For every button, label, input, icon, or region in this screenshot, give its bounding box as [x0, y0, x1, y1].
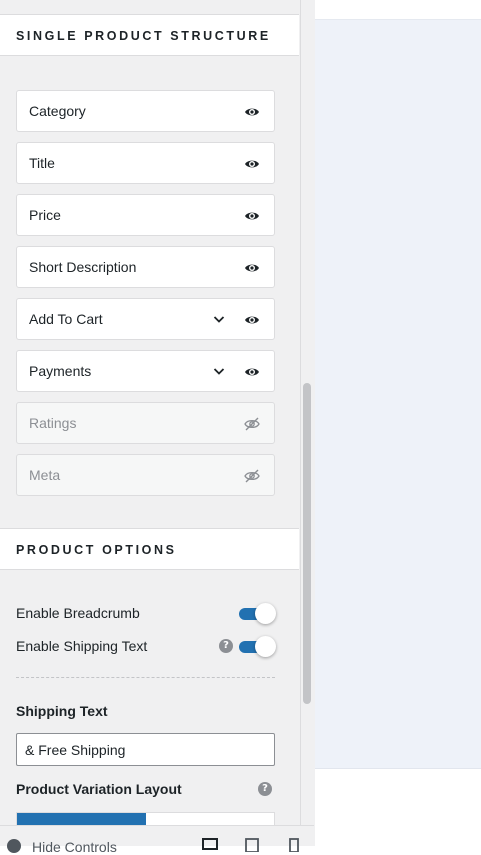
eye-icon[interactable] — [244, 260, 260, 276]
eye-icon[interactable] — [244, 104, 260, 120]
scrollbar-thumb[interactable] — [303, 383, 311, 704]
structure-item-label: Ratings — [29, 415, 77, 431]
enable-breadcrumb-toggle[interactable] — [239, 603, 276, 624]
variation-layout-title: Product Variation Layout — [16, 781, 182, 797]
structure-item-label: Meta — [29, 467, 61, 483]
structure-item-add-to-cart[interactable]: Add To Cart — [16, 298, 275, 340]
structure-item-ratings[interactable]: Ratings — [16, 402, 275, 444]
chevron-down-icon[interactable] — [212, 364, 226, 378]
hide-controls-icon[interactable] — [7, 839, 21, 853]
help-icon[interactable]: ? — [219, 639, 233, 653]
toggle-knob — [255, 603, 276, 624]
structure-item-short-description[interactable]: Short Description — [16, 246, 275, 288]
structure-item-price[interactable]: Price — [16, 194, 275, 236]
divider — [16, 677, 275, 678]
eye-icon[interactable] — [244, 156, 260, 172]
customizer-footer: Hide Controls — [0, 825, 314, 855]
customizer-panel: Single Product Structure Category Title … — [0, 0, 300, 846]
preview-content — [315, 20, 481, 769]
eye-hidden-icon[interactable] — [244, 468, 260, 484]
section-header-structure: Single Product Structure — [0, 14, 299, 56]
help-icon[interactable]: ? — [258, 782, 272, 796]
structure-item-title[interactable]: Title — [16, 142, 275, 184]
section-title-structure: Single Product Structure — [16, 29, 271, 43]
desktop-icon[interactable] — [202, 838, 218, 852]
structure-item-label: Short Description — [29, 259, 137, 275]
structure-item-category[interactable]: Category — [16, 90, 275, 132]
mobile-icon[interactable] — [286, 838, 302, 852]
structure-item-label: Category — [29, 103, 86, 119]
shipping-text-title: Shipping Text — [16, 703, 108, 719]
chevron-down-icon[interactable] — [212, 312, 226, 326]
structure-item-label: Price — [29, 207, 61, 223]
structure-item-label: Add To Cart — [29, 311, 103, 327]
structure-item-payments[interactable]: Payments — [16, 350, 275, 392]
eye-icon[interactable] — [244, 312, 260, 328]
structure-item-label: Title — [29, 155, 55, 171]
shipping-text-input[interactable] — [16, 733, 275, 766]
tablet-icon[interactable] — [244, 838, 260, 852]
variation-layout-selector[interactable] — [16, 812, 275, 826]
hide-controls-button[interactable]: Hide Controls — [32, 839, 117, 855]
section-header-options: Product Options — [0, 528, 299, 570]
enable-shipping-text-toggle[interactable] — [239, 636, 276, 657]
panel-top-area — [0, 0, 299, 14]
structure-item-meta[interactable]: Meta — [16, 454, 275, 496]
site-preview — [315, 0, 481, 846]
enable-breadcrumb-row: Enable Breadcrumb — [16, 601, 276, 625]
enable-breadcrumb-label: Enable Breadcrumb — [16, 605, 140, 621]
eye-hidden-icon[interactable] — [244, 416, 260, 432]
enable-shipping-text-row: Enable Shipping Text ? — [16, 634, 276, 658]
eye-icon[interactable] — [244, 208, 260, 224]
section-title-options: Product Options — [16, 543, 177, 557]
toggle-knob — [255, 636, 276, 657]
preview-header — [315, 0, 481, 20]
enable-shipping-text-label: Enable Shipping Text — [16, 638, 148, 654]
eye-icon[interactable] — [244, 364, 260, 380]
structure-item-label: Payments — [29, 363, 92, 379]
